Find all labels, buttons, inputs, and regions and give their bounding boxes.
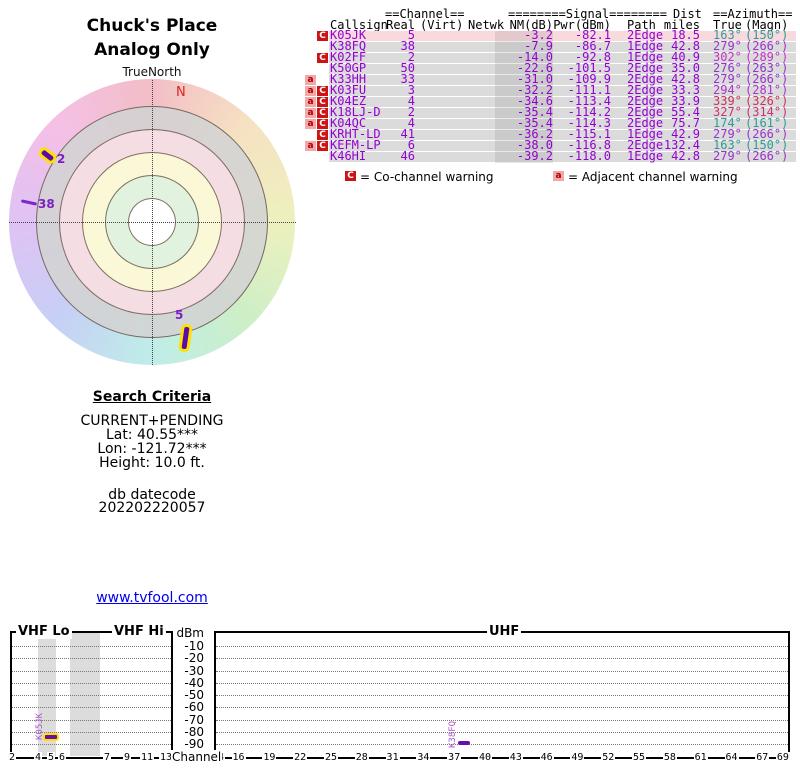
channel-tick-label: 6 — [57, 752, 67, 763]
co-channel-warning-icon: C — [345, 171, 356, 181]
north-label: N — [176, 85, 186, 100]
db-datecode-value: 202202220057 — [98, 500, 206, 516]
cell-callsign: K46HI — [330, 149, 367, 163]
channel-tick-label: 7 — [102, 752, 112, 763]
adjacent-channel-warning-icon: a — [305, 108, 316, 118]
channel-tick-label: 40 — [477, 752, 493, 763]
channel-tick-label: 37 — [447, 752, 462, 763]
cell-pwr-dbm: -118.0 — [567, 149, 611, 163]
channel-tick-label: 5 — [46, 752, 56, 763]
channel-tick-label: 28 — [354, 752, 369, 763]
channel-tick-label: 2 — [7, 752, 17, 763]
adjacent-channel-warning-icon: a — [553, 171, 564, 181]
co-channel-warning-icon: C — [317, 108, 328, 118]
co-channel-warning-icon: C — [317, 53, 328, 63]
channel-tick-label: 4 — [33, 752, 43, 763]
channel-tick-label: 25 — [323, 752, 338, 763]
channel-tick-label: 22 — [293, 752, 308, 763]
channel-tick-label: 43 — [508, 752, 523, 763]
channel-tick-label: 19 — [262, 752, 277, 763]
channel-tick-label: 58 — [662, 752, 677, 763]
dbm-tick-label: -90 — [184, 737, 204, 751]
channel-tick-label: 34 — [416, 752, 431, 763]
dbm-axis-label: dBm — [176, 626, 204, 640]
polar-orientation-label: TrueNorth — [122, 65, 182, 79]
spectrum-marker-label-k05jk: K05JK — [35, 713, 45, 741]
uhf-panel-frame — [214, 631, 790, 757]
co-channel-warning-icon: C — [317, 141, 328, 151]
channel-tick-label: 11 — [139, 752, 155, 763]
cell-dist-miles: 42.8 — [671, 149, 700, 163]
antenna-height-value: Height: 10.0 ft. — [99, 455, 205, 471]
cell-azimuth-true: 279° — [713, 149, 742, 163]
co-channel-warning-icon: C — [317, 31, 328, 41]
cell-real-channel: 46 — [400, 149, 415, 163]
channel-tick-label: 67 — [755, 752, 770, 763]
channel-tick-label: 9 — [122, 752, 132, 763]
channel-tick-label: 46 — [539, 752, 554, 763]
vhf-lo-band-label: VHF Lo — [16, 624, 72, 639]
channel-tick-label: 49 — [570, 752, 585, 763]
channel-tick-label: 52 — [601, 752, 616, 763]
channel-tick-label: 55 — [632, 752, 647, 763]
col-header-virt: (Virt) — [420, 18, 464, 32]
search-criteria-heading: Search Criteria — [92, 389, 212, 405]
page-subtitle: Analog Only — [94, 40, 210, 60]
channel-axis-label: Channel — [171, 750, 223, 764]
page-title: Chuck's Place — [86, 16, 218, 36]
co-channel-warning-icon: C — [317, 119, 328, 129]
channel-tick-label: 16 — [231, 752, 246, 763]
channel-tick-label: 64 — [724, 752, 739, 763]
cell-azimuth-magn: (266°) — [745, 149, 789, 163]
adjacent-channel-legend-text: = Adjacent channel warning — [568, 170, 738, 184]
polar-crosshair-horizontal — [9, 222, 296, 223]
tvfool-link[interactable]: www.tvfool.com — [0, 590, 304, 606]
polar-marker-label-2: 2 — [57, 152, 66, 166]
spectrum-marker-label-k38fq: K38FQ — [448, 720, 459, 748]
co-channel-warning-icon: C — [317, 130, 328, 140]
channel-tick-label: 61 — [693, 752, 708, 763]
channel-tick-label: 69 — [775, 752, 790, 763]
adjacent-channel-warning-icon: a — [305, 75, 316, 85]
adjacent-channel-warning-icon: a — [305, 86, 316, 96]
co-channel-warning-icon: C — [317, 86, 328, 96]
tvfool-report-page: Chuck's Place Analog Only TrueNorth N 2 … — [0, 0, 800, 768]
polar-marker-label-38: 38 — [38, 197, 55, 211]
uhf-band-label: UHF — [487, 624, 522, 639]
channel-tick-label: 31 — [385, 752, 400, 763]
adjacent-channel-warning-icon: a — [305, 141, 316, 151]
co-channel-legend-text: = Co-channel warning — [360, 170, 494, 184]
cell-nm-db: -39.2 — [516, 149, 553, 163]
co-channel-warning-icon: C — [317, 97, 328, 107]
adjacent-channel-warning-icon: a — [305, 97, 316, 107]
spectrum-marker-k05jk — [43, 733, 59, 742]
spectrum-marker-k38fq — [458, 740, 471, 745]
polar-marker-label-5: 5 — [175, 308, 184, 322]
adjacent-channel-warning-icon: a — [305, 119, 316, 129]
